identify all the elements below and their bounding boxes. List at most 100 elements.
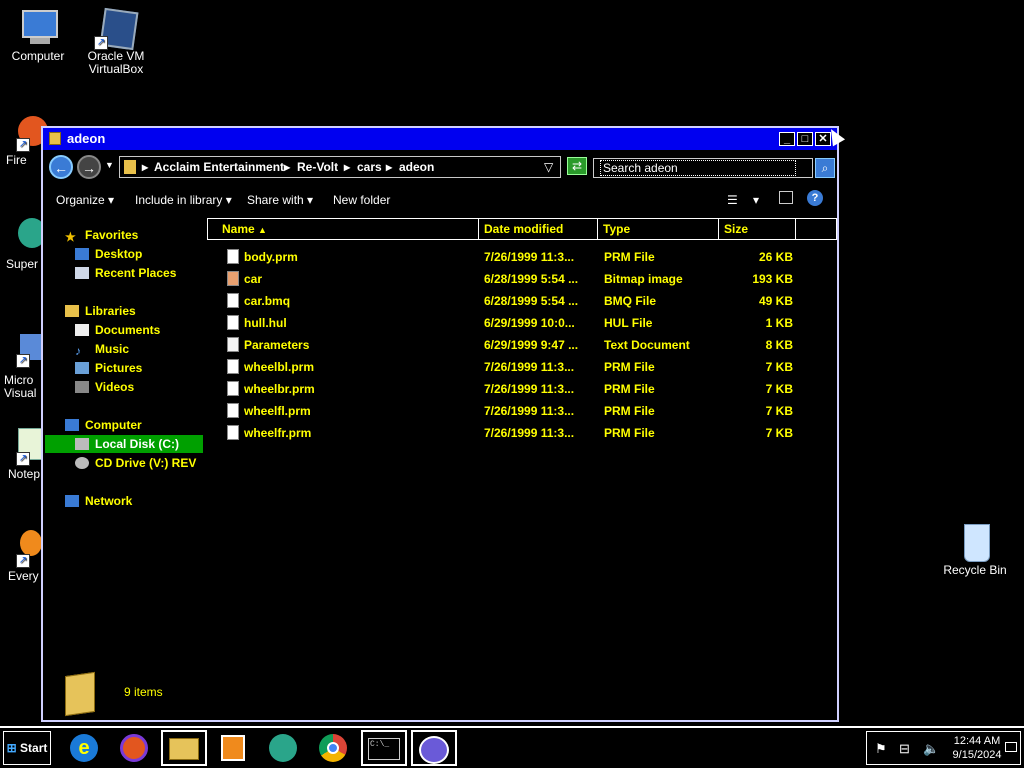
taskbar-media-player[interactable] — [211, 730, 257, 766]
taskbar-file-explorer[interactable] — [161, 730, 207, 766]
network-status-icon[interactable]: ⊟ — [899, 741, 910, 757]
search-input[interactable] — [600, 160, 796, 176]
breadcrumb-revolt[interactable]: Re-Volt — [297, 160, 338, 174]
nav-network[interactable]: Network — [65, 492, 132, 510]
show-desktop-icon[interactable] — [1005, 742, 1017, 752]
file-name: wheelfl.prm — [244, 404, 311, 418]
share-with-button[interactable]: Share with ▾ — [247, 193, 313, 207]
breadcrumb-cars[interactable]: cars — [357, 160, 382, 174]
shortcut-arrow-icon: ↗ — [16, 138, 30, 152]
nav-cd-drive[interactable]: CD Drive (V:) REV — [75, 454, 196, 472]
breadcrumb-separator[interactable]: ▸ — [344, 160, 350, 174]
view-options-dropdown-icon[interactable]: ▾ — [753, 193, 759, 207]
file-size: 7 KB — [765, 382, 793, 396]
help-icon[interactable]: ? — [807, 190, 823, 206]
file-row[interactable]: car 6/28/1999 5:54 ... Bitmap image 193 … — [207, 268, 837, 290]
search-box[interactable] — [593, 158, 813, 178]
address-bar-row: ← → ▼ ▸ Acclaim Entertainment ▸ Re-Volt … — [47, 154, 835, 180]
nav-label: Network — [85, 494, 133, 508]
file-name: wheelbr.prm — [244, 382, 315, 396]
maximize-button[interactable]: □ — [797, 132, 813, 146]
organize-button[interactable]: Organize ▾ — [56, 193, 114, 207]
back-button[interactable]: ← — [49, 155, 73, 179]
include-in-library-button[interactable]: Include in library ▾ — [135, 193, 232, 207]
nav-label: Favorites — [85, 228, 139, 242]
disc-app-icon — [419, 736, 449, 764]
breadcrumb-adeon[interactable]: adeon — [399, 160, 434, 174]
title-bar[interactable]: adeon _ □ ✕ — [43, 128, 837, 150]
preview-pane-icon[interactable] — [779, 191, 793, 204]
nav-label: Music — [95, 342, 130, 356]
address-dropdown-icon[interactable]: ▽ — [544, 160, 553, 174]
file-row[interactable]: car.bmq 6/28/1999 5:54 ... BMQ File 49 K… — [207, 290, 837, 312]
breadcrumb-separator[interactable]: ▸ — [386, 160, 392, 174]
search-button[interactable]: ⌕ — [815, 158, 835, 178]
file-row[interactable]: Parameters 6/29/1999 9:47 ... Text Docum… — [207, 334, 837, 356]
action-center-flag-icon[interactable]: ⚑ — [875, 741, 887, 757]
taskbar-chrome[interactable] — [311, 730, 357, 766]
file-size: 8 KB — [765, 338, 793, 352]
nav-videos[interactable]: Videos — [75, 378, 134, 396]
windows-logo-icon: ⊞ — [6, 741, 17, 755]
taskbar-internet-explorer[interactable]: e — [62, 730, 108, 766]
desktop-icon-label: Computer — [11, 49, 65, 63]
file-icon — [227, 425, 239, 440]
nav-local-disk[interactable]: Local Disk (C:) — [45, 435, 203, 453]
system-tray: ⚑ ⊟ 🔈 12:44 AM 9/15/2024 — [866, 731, 1021, 765]
file-row[interactable]: wheelbl.prm 7/26/1999 11:3... PRM File 7… — [207, 356, 837, 378]
column-header-size[interactable]: Size — [718, 218, 796, 240]
breadcrumb-separator[interactable]: ▸ — [284, 160, 290, 174]
column-header-type[interactable]: Type — [597, 218, 719, 240]
taskbar-app-2[interactable] — [411, 730, 457, 766]
nav-pictures[interactable]: Pictures — [75, 359, 142, 377]
file-row[interactable]: wheelbr.prm 7/26/1999 11:3... PRM File 7… — [207, 378, 837, 400]
nav-desktop[interactable]: Desktop — [75, 245, 142, 263]
file-icon — [227, 359, 239, 374]
recent-pages-dropdown[interactable]: ▼ — [105, 160, 114, 170]
file-date: 6/29/1999 10:0... — [484, 316, 575, 330]
folder-icon — [65, 671, 95, 717]
file-row[interactable]: wheelfr.prm 7/26/1999 11:3... PRM File 7… — [207, 422, 837, 444]
command-bar: Organize ▾ Include in library ▾ Share wi… — [43, 184, 837, 214]
column-header-date[interactable]: Date modified — [478, 218, 598, 240]
start-button[interactable]: ⊞ Start — [3, 731, 51, 765]
desktop-icon-computer[interactable]: Computer — [0, 8, 78, 63]
column-header-extra[interactable] — [795, 218, 837, 240]
pictures-icon — [75, 362, 89, 374]
clock[interactable]: 12:44 AM 9/15/2024 — [947, 734, 1007, 762]
app-icon — [0, 216, 46, 256]
breadcrumb-separator[interactable]: ▸ — [142, 160, 148, 174]
nav-documents[interactable]: Documents — [75, 321, 160, 339]
nav-computer[interactable]: Computer — [65, 416, 142, 434]
file-row[interactable]: body.prm 7/26/1999 11:3... PRM File 26 K… — [207, 246, 837, 268]
forward-arrow-icon: → — [82, 160, 96, 176]
taskbar-firefox[interactable] — [112, 730, 158, 766]
column-header-name[interactable]: Name ▲ — [207, 218, 479, 240]
new-folder-button[interactable]: New folder — [333, 193, 390, 207]
nav-favorites[interactable]: ★ Favorites — [65, 226, 138, 244]
refresh-button[interactable]: ⇄ — [567, 157, 587, 175]
share-with-label: Share with — [247, 193, 304, 207]
taskbar-command-prompt[interactable]: C:\_ — [361, 730, 407, 766]
file-row[interactable]: hull.hul 6/29/1999 10:0... HUL File 1 KB — [207, 312, 837, 334]
computer-icon — [18, 8, 58, 48]
desktop-icon-virtualbox[interactable]: ↗ Oracle VM VirtualBox — [76, 7, 156, 76]
volume-muted-icon[interactable]: 🔈 — [923, 741, 939, 757]
address-bar[interactable]: ▸ Acclaim Entertainment ▸ Re-Volt ▸ cars… — [119, 156, 561, 178]
change-view-icon[interactable]: ☰ — [727, 193, 738, 207]
nav-recent-places[interactable]: Recent Places — [75, 264, 176, 282]
file-row[interactable]: wheelfl.prm 7/26/1999 11:3... PRM File 7… — [207, 400, 837, 422]
clock-time: 12:44 AM — [953, 735, 1001, 747]
nav-music[interactable]: ♪ Music — [75, 340, 129, 358]
forward-button[interactable]: → — [77, 155, 101, 179]
nav-label: Computer — [85, 418, 142, 432]
desktop-icon-recycle-bin[interactable]: Recycle Bin — [935, 522, 1015, 577]
shortcut-arrow-icon: ↗ — [16, 554, 30, 568]
file-date: 6/28/1999 5:54 ... — [484, 294, 579, 308]
taskbar-app[interactable] — [261, 730, 307, 766]
breadcrumb-acclaim[interactable]: Acclaim Entertainment — [154, 160, 284, 174]
file-icon — [227, 381, 239, 396]
star-icon: ★ — [65, 230, 76, 244]
minimize-button[interactable]: _ — [779, 132, 795, 146]
nav-libraries[interactable]: Libraries — [65, 302, 136, 320]
